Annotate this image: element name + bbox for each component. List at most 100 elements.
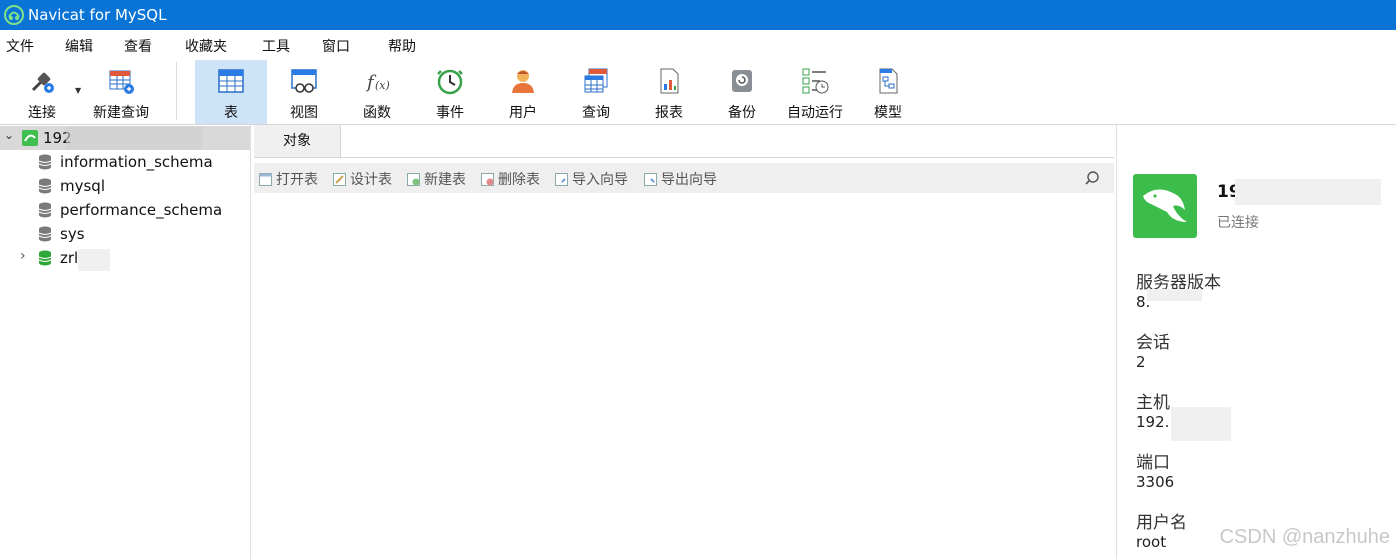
function-icon: f (x) [365,72,390,93]
new-query-icon [109,70,134,94]
open-table-button[interactable]: 打开表 [259,169,318,189]
plug-icon [31,72,54,93]
window-title: Navicat for MySQL [28,6,167,24]
backup-icon [732,70,752,92]
new-query-label: 新建查询 [93,105,149,121]
db-zrl[interactable]: zrl [60,249,78,267]
mysql-dolphin-icon [1133,174,1197,238]
database-open-icon [38,250,52,266]
user-label: 用户 [509,105,537,121]
menu-help[interactable]: 帮助 [388,36,416,56]
report-button[interactable]: 报表 [633,60,705,124]
delete-table-button[interactable]: 删除表 [481,169,540,189]
export-icon [644,173,657,186]
connect-button[interactable]: 连接 [6,60,78,124]
objects-pane: 对象 打开表 设计表 新建表 删除表 导入向导 导出向导 [254,125,1114,559]
db-information-schema[interactable]: information_schema [60,153,213,171]
new-table-label: 新建表 [424,172,466,188]
chevron-right-icon[interactable]: › [20,248,26,264]
report-icon [660,68,679,94]
user-icon [512,70,534,93]
objects-toolbar: 打开表 设计表 新建表 删除表 导入向导 导出向导 [254,163,1114,193]
view-icon [291,69,317,93]
menu-favorites[interactable]: 收藏夹 [185,36,227,56]
username-value: root [1136,533,1167,551]
connect-dropdown-icon[interactable]: ▼ [75,86,81,95]
username-label: 用户名 [1136,513,1187,533]
menu-window[interactable]: 窗口 [322,36,350,56]
host-label: 主机 [1136,393,1170,413]
view-label: 视图 [290,105,318,121]
new-table-icon [407,173,420,186]
tab-objects[interactable]: 对象 [254,125,341,157]
redacted-area [1235,179,1381,205]
database-icon [38,202,52,218]
main-toolbar: 连接 ▼ 新建查询 表 视图 f (x) 函数 事件 用户 查询 报表 备份 自… [0,58,1396,125]
session-value: 2 [1136,353,1146,371]
title-bar: Navicat for MySQL [0,0,1396,30]
tab-strip: 对象 [254,125,1114,158]
event-button[interactable]: 事件 [414,60,486,124]
database-icon [38,178,52,194]
connection-node[interactable]: ⌄ 192 [0,126,250,150]
table-button[interactable]: 表 [195,60,267,124]
svg-text:(x): (x) [375,79,390,92]
watermark: CSDN @nanzhuhe [1219,526,1390,548]
connect-label: 连接 [28,105,56,121]
connection-status: 已连接 [1217,215,1259,231]
menu-edit[interactable]: 编辑 [65,36,93,56]
db-mysql[interactable]: mysql [60,177,105,195]
model-label: 模型 [874,105,902,121]
database-icon [38,154,52,170]
delete-table-label: 删除表 [498,172,540,188]
new-table-button[interactable]: 新建表 [407,169,466,189]
db-performance-schema[interactable]: performance_schema [60,201,222,219]
new-query-button[interactable]: 新建查询 [84,60,158,124]
automation-label: 自动运行 [787,105,843,121]
query-icon [584,68,608,93]
menu-tools[interactable]: 工具 [262,36,290,56]
host-value: 192. [1136,413,1170,431]
menu-view[interactable]: 查看 [124,36,152,56]
open-table-icon [259,173,272,186]
export-wizard-label: 导出向导 [661,172,717,188]
toolbar-separator [176,62,177,120]
automation-button[interactable]: 自动运行 [779,60,851,124]
query-button[interactable]: 查询 [560,60,632,124]
info-panel: 19 已连接 服务器版本 8. 会话 2 主机 192. 端口 3306 用户名… [1116,125,1396,559]
model-icon [879,68,898,94]
open-table-label: 打开表 [276,172,318,188]
redacted-area [1171,407,1231,441]
event-label: 事件 [436,105,464,121]
import-icon [555,173,568,186]
report-label: 报表 [655,105,683,121]
function-button[interactable]: f (x) 函数 [341,60,413,124]
menu-file[interactable]: 文件 [6,36,34,56]
database-icon [38,226,52,242]
function-label: 函数 [363,105,391,121]
model-button[interactable]: 模型 [852,60,924,124]
view-button[interactable]: 视图 [268,60,340,124]
search-icon[interactable] [1084,170,1100,186]
redacted-area [1147,289,1202,301]
table-label: 表 [224,105,238,121]
export-wizard-button[interactable]: 导出向导 [644,169,717,189]
navicat-logo-icon [4,5,24,25]
chevron-down-icon[interactable]: ⌄ [4,128,14,142]
table-icon [218,69,244,93]
connection-icon [22,130,38,146]
backup-button[interactable]: 备份 [706,60,778,124]
db-sys[interactable]: sys [60,225,85,243]
delete-table-icon [481,173,494,186]
backup-label: 备份 [728,105,756,121]
design-table-label: 设计表 [350,172,392,188]
redacted-area [78,249,110,271]
user-button[interactable]: 用户 [487,60,559,124]
query-label: 查询 [582,105,610,121]
design-table-button[interactable]: 设计表 [333,169,392,189]
port-label: 端口 [1136,453,1170,473]
clock-icon [437,69,463,95]
import-wizard-label: 导入向导 [572,172,628,188]
import-wizard-button[interactable]: 导入向导 [555,169,628,189]
port-value: 3306 [1136,473,1175,491]
